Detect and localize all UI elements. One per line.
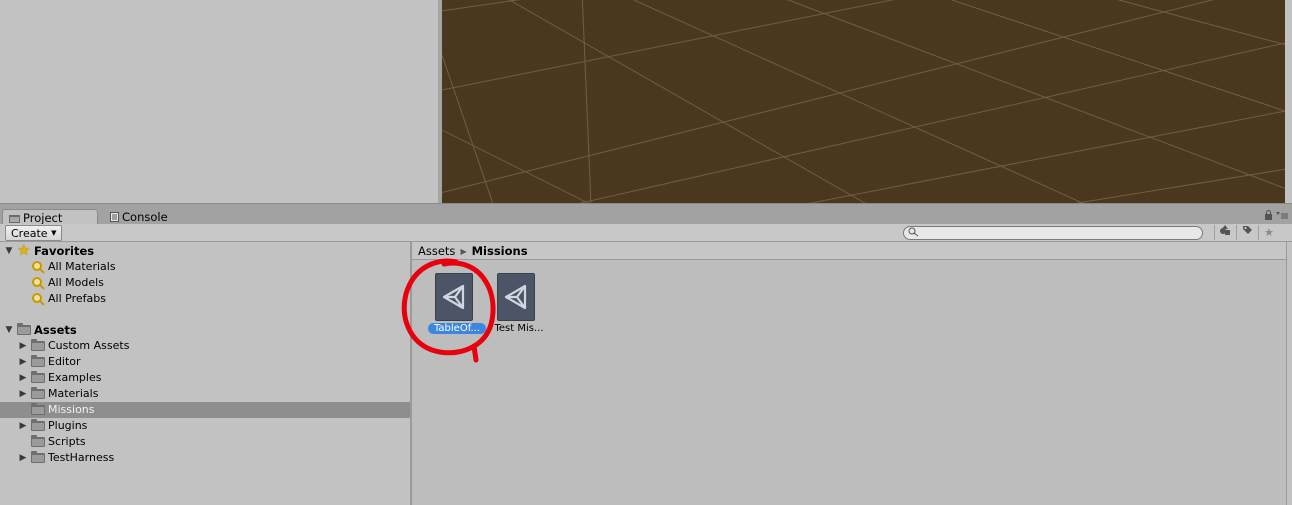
breadcrumb: Assets ▶ Missions bbox=[418, 243, 528, 260]
collapsed-arrow-icon[interactable]: ▶ bbox=[18, 338, 28, 354]
star-icon: ★ bbox=[17, 241, 31, 259]
asset-item[interactable]: Test Mis... bbox=[487, 273, 551, 343]
dropdown-arrow-icon: ▼ bbox=[51, 229, 57, 237]
folder-icon bbox=[31, 387, 45, 399]
tree-item-label: All Materials bbox=[48, 260, 116, 273]
search-by-label-button[interactable] bbox=[1236, 225, 1257, 240]
tree-item-scripts[interactable]: Scripts bbox=[0, 434, 410, 450]
asset-name: Test Mis... bbox=[494, 323, 544, 334]
tree-favorites[interactable]: ▼ ★ Favorites bbox=[0, 241, 410, 259]
breadcrumb-separator-icon: ▶ bbox=[460, 247, 467, 256]
folder-icon bbox=[31, 339, 45, 351]
tab-console[interactable]: Console bbox=[104, 209, 194, 225]
collapsed-arrow-icon[interactable]: ▶ bbox=[18, 386, 28, 402]
tree-item-label: Materials bbox=[48, 387, 99, 400]
folder-icon bbox=[31, 419, 45, 431]
tree-item-materials[interactable]: ▶ Materials bbox=[0, 386, 410, 402]
tree-item-editor[interactable]: ▶ Editor bbox=[0, 354, 410, 370]
tab-bar: Project Console bbox=[0, 203, 1292, 225]
folder-icon bbox=[31, 451, 45, 463]
tree-item-plugins[interactable]: ▶ Plugins bbox=[0, 418, 410, 434]
folder-icon bbox=[17, 323, 31, 335]
search-by-type-button[interactable] bbox=[1214, 225, 1235, 240]
favorite-search-button[interactable]: ★ bbox=[1258, 225, 1279, 240]
breadcrumb-root[interactable]: Assets bbox=[418, 244, 455, 258]
search-icon bbox=[908, 227, 919, 240]
breadcrumb-current[interactable]: Missions bbox=[472, 244, 528, 258]
unity-logo-icon bbox=[497, 273, 535, 321]
collapsed-arrow-icon[interactable]: ▶ bbox=[18, 354, 28, 370]
breadcrumb-bar: Assets ▶ Missions bbox=[412, 242, 1286, 260]
folder-icon bbox=[31, 371, 45, 383]
window-edge bbox=[1286, 242, 1292, 505]
asset-item[interactable]: TableOf... bbox=[425, 273, 489, 343]
lock-icon[interactable] bbox=[1264, 210, 1276, 223]
tree-item-label: All Models bbox=[48, 276, 104, 289]
expand-arrow-icon[interactable]: ▼ bbox=[4, 322, 14, 338]
folder-tree-panel: ▼ ★ Favorites All Materials All Models A… bbox=[0, 242, 412, 505]
collapsed-arrow-icon[interactable]: ▶ bbox=[18, 418, 28, 434]
tree-item-label: All Prefabs bbox=[48, 292, 106, 305]
tree-item-custom-assets[interactable]: ▶ Custom Assets bbox=[0, 338, 410, 354]
tab-console-label: Console bbox=[122, 210, 168, 224]
hierarchy-panel bbox=[0, 0, 439, 203]
collapsed-arrow-icon[interactable]: ▶ bbox=[18, 450, 28, 466]
folder-icon bbox=[31, 435, 45, 447]
star-icon: ★ bbox=[1264, 226, 1274, 239]
tree-favorites-label: Favorites bbox=[34, 244, 95, 258]
tab-tools bbox=[1264, 210, 1288, 224]
panel-menu-icon[interactable] bbox=[1276, 212, 1288, 223]
console-icon bbox=[110, 211, 119, 225]
tree-item-label: Custom Assets bbox=[48, 339, 130, 352]
tree-item-label: TestHarness bbox=[48, 451, 115, 464]
window-edge bbox=[1285, 0, 1292, 203]
search-filter-icon bbox=[31, 260, 45, 274]
tree-item-all-models[interactable]: All Models bbox=[0, 275, 410, 291]
scene-grid bbox=[442, 0, 1285, 203]
tree-item-all-materials[interactable]: All Materials bbox=[0, 259, 410, 275]
unity-logo-icon bbox=[435, 273, 473, 321]
create-label: Create bbox=[11, 227, 48, 240]
search-filter-icon bbox=[31, 276, 45, 290]
tab-project-label: Project bbox=[23, 211, 63, 225]
create-dropdown-button[interactable]: Create ▼ bbox=[5, 225, 63, 241]
folder-icon bbox=[31, 355, 45, 367]
asset-name: TableOf... bbox=[425, 322, 489, 335]
tree-item-label: Editor bbox=[48, 355, 81, 368]
tree-item-all-prefabs[interactable]: All Prefabs bbox=[0, 291, 410, 307]
folder-icon bbox=[31, 403, 45, 415]
tree-item-examples[interactable]: ▶ Examples bbox=[0, 370, 410, 386]
tag-icon bbox=[1242, 226, 1253, 239]
search-input[interactable] bbox=[903, 226, 1203, 240]
tree-item-label: Examples bbox=[48, 371, 102, 384]
collapsed-arrow-icon[interactable]: ▶ bbox=[18, 370, 28, 386]
tree-item-label: Missions bbox=[48, 403, 95, 416]
search-filter-icon bbox=[31, 292, 45, 306]
tab-project[interactable]: Project bbox=[2, 209, 98, 225]
scene-view[interactable] bbox=[442, 0, 1287, 203]
tree-item-label: Scripts bbox=[48, 435, 86, 448]
tree-assets-label: Assets bbox=[34, 323, 77, 337]
tree-item-label: Plugins bbox=[48, 419, 88, 432]
tree-assets[interactable]: ▼ Assets bbox=[0, 322, 410, 338]
assets-grid-panel: Assets ▶ Missions TableOf... Test Mis... bbox=[412, 242, 1286, 505]
shapes-icon bbox=[1219, 225, 1231, 239]
tree-item-testharness[interactable]: ▶ TestHarness bbox=[0, 450, 410, 466]
expand-arrow-icon[interactable]: ▼ bbox=[4, 243, 14, 259]
tree-item-missions[interactable]: Missions bbox=[0, 402, 410, 418]
project-toolbar: Create ▼ ★ bbox=[0, 224, 1292, 242]
